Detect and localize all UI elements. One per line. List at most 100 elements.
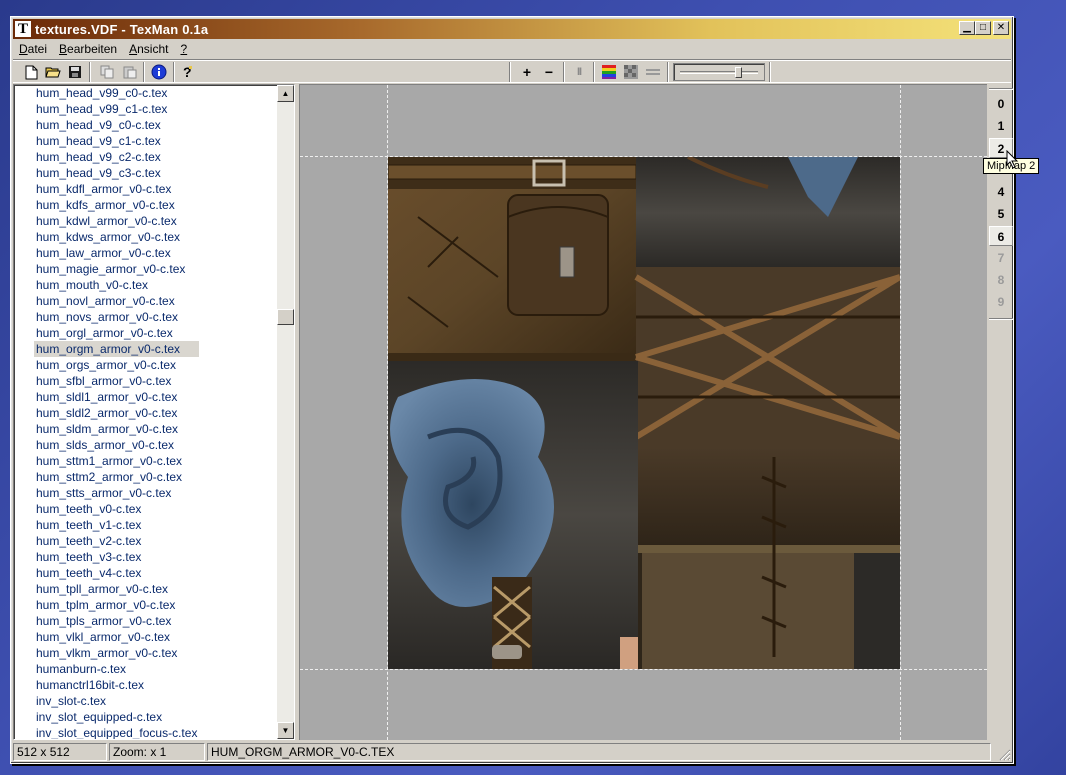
file-list-item[interactable]: inv_slot_equipped-c.tex: [34, 709, 199, 725]
file-list-item[interactable]: hum_head_v99_c0-c.tex: [34, 85, 199, 101]
menu-bar: Datei Bearbeiten Ansicht ?: [13, 40, 1011, 58]
alpha-checker-icon[interactable]: [621, 63, 641, 81]
slider-track: [680, 71, 758, 74]
file-list-scrollbar[interactable]: ▲ ▼: [277, 85, 294, 739]
toolbar-separator: [563, 62, 565, 82]
mipmap-button-6[interactable]: 6: [989, 226, 1013, 246]
file-list-item[interactable]: hum_teeth_v4-c.tex: [34, 565, 199, 581]
file-list-item[interactable]: hum_orgl_armor_v0-c.tex: [34, 325, 199, 341]
file-list-item[interactable]: hum_vlkl_armor_v0-c.tex: [34, 629, 199, 645]
menu-help[interactable]: ?: [174, 42, 193, 56]
file-list-item[interactable]: hum_sldm_armor_v0-c.tex: [34, 421, 199, 437]
mipmap-panel: 0123456789: [989, 84, 1013, 740]
file-list-item[interactable]: hum_teeth_v1-c.tex: [34, 517, 199, 533]
toolbar-separator: [769, 62, 771, 82]
mipmap-button-1[interactable]: 1: [989, 116, 1013, 136]
scroll-down-icon[interactable]: ▼: [277, 722, 294, 739]
title-bar[interactable]: T textures.VDF - TexMan 0.1a ▁ □ ✕: [13, 19, 1011, 39]
zoom-out-button[interactable]: −: [539, 63, 559, 81]
file-list-item[interactable]: hum_head_v9_c1-c.tex: [34, 133, 199, 149]
file-list-item[interactable]: hum_sldl2_armor_v0-c.tex: [34, 405, 199, 421]
texture-image: [388, 157, 900, 669]
tile-lines-icon[interactable]: [643, 63, 663, 81]
tile-guide-line: [900, 85, 901, 740]
file-list[interactable]: hum_head_v99_c0-c.tex hum_head_v99_c1-c.t…: [13, 84, 295, 740]
save-disk-icon[interactable]: [65, 63, 85, 81]
file-list-item[interactable]: hum_sttm1_armor_v0-c.tex: [34, 453, 199, 469]
mipmap-button-8[interactable]: 8: [989, 270, 1013, 290]
mipmap-button-4[interactable]: 4: [989, 182, 1013, 202]
zoom-in-button[interactable]: +: [517, 63, 537, 81]
file-list-item[interactable]: hum_slds_armor_v0-c.tex: [34, 437, 199, 453]
resize-grip-icon[interactable]: [999, 749, 1011, 761]
toolbar-separator: [173, 62, 175, 82]
file-list-item[interactable]: hum_vlkm_armor_v0-c.tex: [34, 645, 199, 661]
info-icon[interactable]: [149, 63, 169, 81]
color-channels-icon[interactable]: [599, 63, 619, 81]
file-list-item[interactable]: hum_mouth_v0-c.tex: [34, 277, 199, 293]
file-list-item[interactable]: hum_kdfl_armor_v0-c.tex: [34, 181, 199, 197]
file-list-item[interactable]: hum_orgs_armor_v0-c.tex: [34, 357, 199, 373]
menu-bearbeiten[interactable]: Bearbeiten: [53, 42, 123, 56]
toolbar-separator: [89, 62, 91, 82]
file-list-item[interactable]: hum_law_armor_v0-c.tex: [34, 245, 199, 261]
file-list-item[interactable]: hum_head_v9_c0-c.tex: [34, 117, 199, 133]
file-list-item[interactable]: hum_sttm2_armor_v0-c.tex: [34, 469, 199, 485]
file-list-item[interactable]: hum_kdws_armor_v0-c.tex: [34, 229, 199, 245]
file-list-item[interactable]: hum_novs_armor_v0-c.tex: [34, 309, 199, 325]
maximize-button[interactable]: □: [975, 21, 991, 35]
file-list-item[interactable]: inv_slot-c.tex: [34, 693, 199, 709]
file-list-item[interactable]: hum_sldl1_armor_v0-c.tex: [34, 389, 199, 405]
file-list-item[interactable]: hum_magie_armor_v0-c.tex: [34, 261, 199, 277]
menu-datei[interactable]: Datei: [13, 42, 53, 56]
mipmap-button-7[interactable]: 7: [989, 248, 1013, 268]
texture-viewer[interactable]: [299, 84, 987, 740]
file-list-item[interactable]: hum_teeth_v2-c.tex: [34, 533, 199, 549]
help-icon[interactable]: ?: [177, 63, 197, 81]
file-list-item[interactable]: hum_head_v9_c2-c.tex: [34, 149, 199, 165]
mipmap-button-5[interactable]: 5: [989, 204, 1013, 224]
minimize-button[interactable]: ▁: [959, 21, 975, 35]
toolbar-separator: [143, 62, 145, 82]
menu-ansicht[interactable]: Ansicht: [123, 42, 174, 56]
mipmap-button-0[interactable]: 0: [989, 94, 1013, 114]
file-list-item[interactable]: humanctrl16bit-c.tex: [34, 677, 199, 693]
texture-preview: [388, 157, 900, 669]
toolbar-separator: [509, 62, 511, 82]
close-button[interactable]: ✕: [993, 21, 1009, 35]
status-zoom: Zoom: x 1: [109, 743, 205, 761]
file-list-item[interactable]: hum_head_v9_c3-c.tex: [34, 165, 199, 181]
file-list-item[interactable]: hum_orgm_armor_v0-c.tex: [34, 341, 200, 357]
mipmap-button-9[interactable]: 9: [989, 292, 1013, 312]
file-list-item[interactable]: hum_teeth_v0-c.tex: [34, 501, 199, 517]
mipmap-separator: [989, 318, 1013, 320]
status-bar: 512 x 512 Zoom: x 1 HUM_ORGM_ARMOR_V0-C.…: [13, 743, 1011, 762]
app-logo-icon: T: [15, 21, 31, 37]
open-folder-icon[interactable]: [43, 63, 63, 81]
file-list-item[interactable]: hum_kdfs_armor_v0-c.tex: [34, 197, 199, 213]
status-dimensions: 512 x 512: [13, 743, 107, 761]
scroll-thumb[interactable]: [277, 309, 294, 325]
slider-thumb[interactable]: [735, 67, 743, 78]
scroll-up-icon[interactable]: ▲: [277, 85, 294, 102]
file-list-item[interactable]: hum_sfbl_armor_v0-c.tex: [34, 373, 199, 389]
file-list-item[interactable]: hum_tplm_armor_v0-c.tex: [34, 597, 199, 613]
file-list-item[interactable]: humanburn-c.tex: [34, 661, 199, 677]
file-list-item[interactable]: hum_novl_armor_v0-c.tex: [34, 293, 199, 309]
app-window: T textures.VDF - TexMan 0.1a ▁ □ ✕ Datei…: [10, 16, 1014, 764]
new-file-icon[interactable]: [21, 63, 41, 81]
file-list-item[interactable]: hum_teeth_v3-c.tex: [34, 549, 199, 565]
file-list-item[interactable]: hum_tpls_armor_v0-c.tex: [34, 613, 199, 629]
copy-icon[interactable]: [97, 63, 117, 81]
file-list-item[interactable]: hum_kdwl_armor_v0-c.tex: [34, 213, 199, 229]
file-list-item[interactable]: hum_head_v99_c1-c.tex: [34, 101, 199, 117]
mipmap-separator: [989, 88, 1013, 90]
pause-button[interactable]: II: [569, 63, 589, 81]
paste-icon[interactable]: [119, 63, 139, 81]
file-list-item[interactable]: hum_tpll_armor_v0-c.tex: [34, 581, 199, 597]
zoom-slider[interactable]: [673, 63, 765, 81]
file-list-item[interactable]: inv_slot_equipped_focus-c.tex: [34, 725, 199, 739]
toolbar-separator: [593, 62, 595, 82]
file-list-item[interactable]: hum_stts_armor_v0-c.tex: [34, 485, 199, 501]
tile-guide-line: [300, 669, 987, 670]
